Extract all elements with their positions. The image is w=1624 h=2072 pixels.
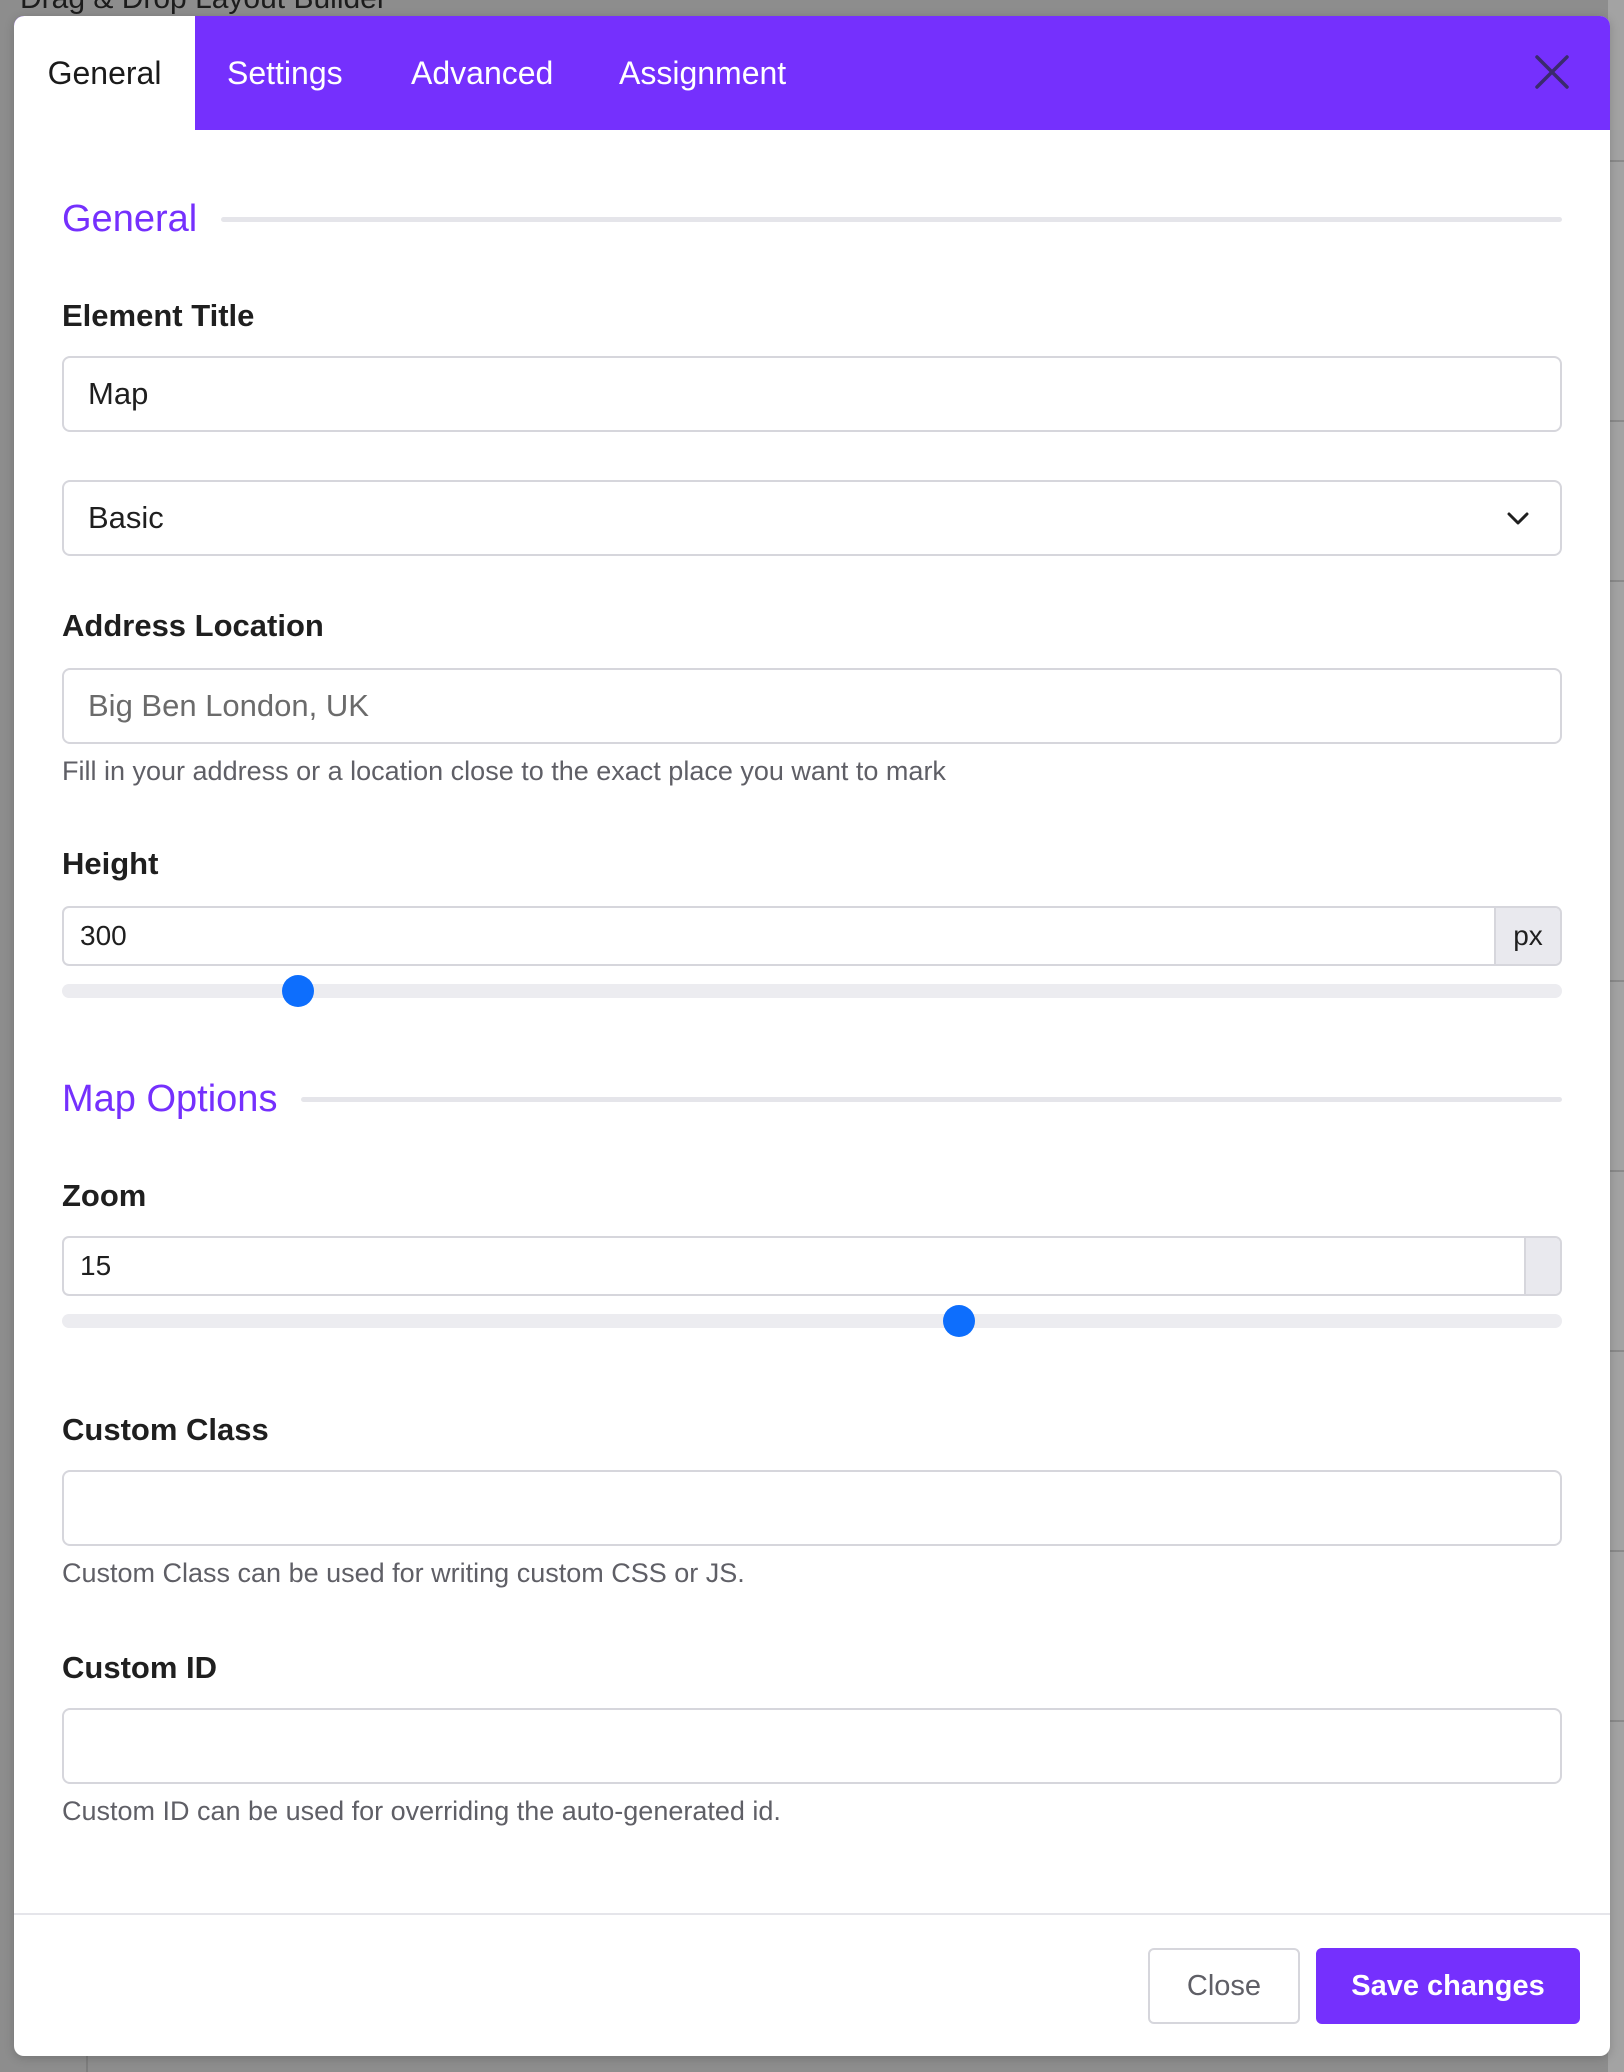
map-type-select[interactable]: Basic — [62, 480, 1562, 556]
section-header-map-options: Map Options — [62, 1078, 1562, 1121]
height-unit-addon: px — [1494, 908, 1560, 964]
element-settings-modal: General Settings Advanced Assignment Gen… — [14, 16, 1610, 2056]
map-type-select-value: Basic — [88, 500, 164, 535]
zoom-slider-thumb[interactable] — [943, 1305, 975, 1337]
custom-class-label: Custom Class — [62, 1412, 269, 1447]
close-x-icon[interactable] — [1534, 54, 1570, 90]
save-changes-button[interactable]: Save changes — [1316, 1948, 1580, 2024]
zoom-unit-addon — [1524, 1238, 1560, 1294]
background-page-edge — [1608, 0, 1624, 2072]
height-label: Height — [62, 846, 159, 881]
height-input[interactable]: 300 — [80, 908, 127, 964]
tab-general[interactable]: General — [14, 16, 195, 130]
address-location-label: Address Location — [62, 608, 324, 643]
section-title: General — [62, 198, 198, 240]
zoom-slider[interactable] — [62, 1305, 1562, 1337]
section-header-general: General — [62, 198, 1562, 241]
custom-class-help-text: Custom Class can be used for writing cus… — [62, 1558, 745, 1588]
custom-class-input[interactable] — [62, 1470, 1562, 1546]
zoom-label: Zoom — [62, 1178, 147, 1213]
custom-id-help-text: Custom ID can be used for overriding the… — [62, 1796, 781, 1826]
custom-id-input[interactable] — [62, 1708, 1562, 1784]
tab-settings[interactable]: Settings — [227, 16, 343, 130]
zoom-input[interactable]: 15 — [80, 1238, 111, 1294]
background-divider — [86, 2056, 88, 2072]
close-button[interactable]: Close — [1148, 1948, 1300, 2024]
element-title-input[interactable]: Map — [62, 356, 1562, 432]
chevron-down-icon — [1507, 512, 1529, 525]
section-title: Map Options — [62, 1078, 278, 1120]
height-slider[interactable] — [62, 975, 1562, 1007]
height-input-group: 300 px — [62, 906, 1562, 966]
modal-footer-divider — [14, 1913, 1610, 1915]
tab-assignment[interactable]: Assignment — [619, 16, 786, 130]
tab-advanced[interactable]: Advanced — [411, 16, 553, 130]
zoom-input-group: 15 — [62, 1236, 1562, 1296]
address-help-text: Fill in your address or a location close… — [62, 756, 946, 786]
height-slider-thumb[interactable] — [281, 975, 314, 1007]
section-divider — [301, 1097, 1562, 1102]
background-page-title: Drag & Drop Layout Builder — [20, 0, 387, 16]
element-title-label: Element Title — [62, 298, 255, 333]
custom-id-label: Custom ID — [62, 1650, 217, 1685]
section-divider — [221, 217, 1562, 222]
modal-tab-bar: General Settings Advanced Assignment — [14, 16, 1610, 130]
address-location-input[interactable]: Big Ben London, UK — [62, 668, 1562, 744]
